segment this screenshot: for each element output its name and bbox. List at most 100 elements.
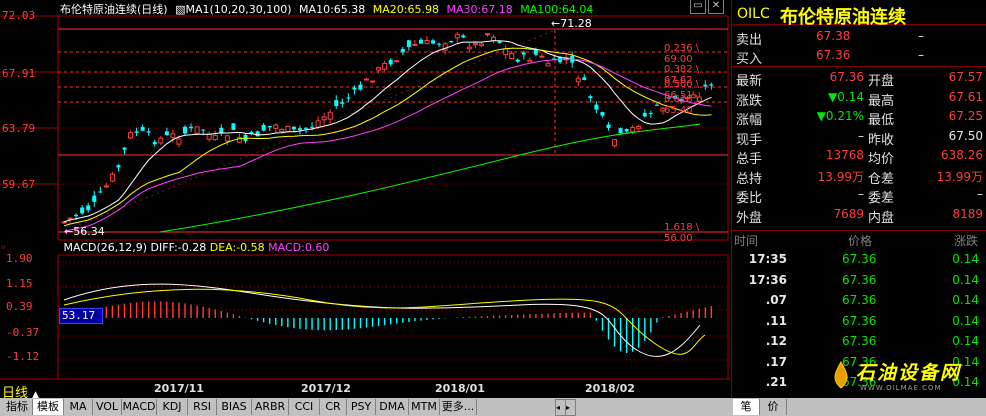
tab-more[interactable]: 更多...	[440, 399, 477, 415]
low-price-label: ←56.34	[64, 225, 105, 238]
quote-row: 委比 – 委差 –	[732, 185, 986, 206]
candle-body	[80, 207, 85, 214]
tab-vol[interactable]: VOL	[93, 399, 122, 415]
tab-cr[interactable]: CR	[320, 399, 347, 415]
diff-line	[63, 283, 701, 357]
tab-cci[interactable]: CCI	[289, 399, 320, 415]
tab-bias[interactable]: BIAS	[217, 399, 252, 415]
macd-legend-item: MACD(26,12,9)	[63, 241, 151, 254]
tick-change: 0.14	[952, 334, 979, 348]
chart-title: 布伦特原油连续(日线)	[60, 3, 168, 16]
candle-body	[503, 48, 509, 56]
kline-chart-area[interactable]: 布伦特原油连续(日线) ▧MA1(10,20,30,100) MA10:65.3…	[0, 0, 730, 401]
tick-change: 0.14	[952, 252, 979, 266]
candle-body	[327, 111, 333, 120]
quote-label: 总手	[736, 152, 763, 167]
tab-arbr[interactable]: ARBR	[252, 399, 289, 415]
tab-template[interactable]: 模板	[33, 399, 64, 415]
candle-body	[437, 43, 442, 45]
tab-ma[interactable]: MA	[64, 399, 93, 415]
candle-body	[273, 124, 279, 129]
candle-body	[164, 131, 169, 136]
ma-legend-item: MA30:67.18	[443, 3, 513, 16]
candle-body	[128, 132, 134, 139]
close-icon[interactable]: ✕	[708, 0, 724, 14]
quote-label: 委比	[736, 191, 763, 206]
candle-body	[485, 33, 490, 36]
quote-value: ▼0.14	[828, 89, 864, 104]
ma-legend-row: 布伦特原油连续(日线) ▧MA1(10,20,30,100) MA10:65.3…	[60, 1, 593, 16]
tab-price[interactable]: 价	[760, 399, 787, 415]
quote-value: 13.99万	[936, 169, 983, 184]
macd-legend-item: MACD:0.60	[268, 241, 330, 254]
candle-body	[109, 173, 115, 182]
price-axis-label: 59.67	[2, 178, 36, 191]
symbol-name: 布伦特原油连续	[780, 7, 906, 28]
tab-scroll-buttons[interactable]: ◂ ▸	[555, 399, 576, 416]
macd-axis-label: -1.12	[6, 350, 40, 363]
quote-value: 13.99万	[817, 169, 864, 184]
quote-row: 涨幅 ▼0.21% 最低 67.25	[732, 107, 986, 128]
candle-body	[279, 129, 285, 133]
tab-indicator[interactable]: 指标	[2, 399, 33, 415]
macd-legend-item: DEA:-0.58	[209, 241, 269, 254]
quote-value: 7689	[833, 206, 864, 221]
candle-body	[86, 205, 91, 211]
candle-body	[158, 137, 164, 144]
quote-label: 外盘	[736, 210, 763, 226]
candle-body	[116, 165, 121, 168]
tab-dma[interactable]: DMA	[376, 399, 409, 415]
candle-body	[346, 97, 351, 99]
candle-body	[212, 134, 218, 141]
candle-body	[194, 126, 200, 134]
tab-rsi[interactable]: RSI	[188, 399, 217, 415]
candle-body	[231, 123, 236, 130]
candle-body	[370, 80, 376, 83]
candle-body	[340, 102, 345, 104]
ma-legend-item: MA20:65.98	[369, 3, 439, 16]
candle-body	[575, 77, 581, 83]
ma-legend-item: MA10:65.38	[295, 3, 366, 16]
candle-body	[152, 141, 157, 145]
date-label: 2017/11	[154, 382, 204, 395]
candle-body	[74, 214, 79, 217]
candle-body	[412, 44, 418, 47]
quote-label: 总持	[736, 171, 763, 187]
candle-body	[146, 131, 151, 133]
candle-body	[594, 104, 599, 110]
ma10-line	[63, 40, 712, 223]
candlesticks[interactable]	[61, 31, 714, 224]
quote-row: 涨跌 ▼0.14 最高 67.61	[732, 88, 986, 109]
tick-row: 17:36 67.36 0.14	[732, 271, 986, 292]
candle-body	[545, 63, 551, 67]
quote-label: 内盘	[868, 210, 895, 226]
candle-body	[297, 128, 302, 130]
tick-time: 17:35	[748, 252, 787, 266]
candle-body	[478, 43, 484, 47]
quote-row: 最新 67.36 开盘 67.57	[732, 68, 986, 89]
candle-body	[388, 59, 393, 65]
sell-row: 卖出 67.38 –	[736, 29, 924, 48]
tab-kdj[interactable]: KDJ	[157, 399, 188, 415]
date-label: 2018/02	[585, 382, 635, 395]
candle-body	[521, 52, 526, 55]
candle-body	[67, 217, 73, 220]
tab-macd[interactable]: MACD	[122, 399, 157, 415]
tab-psy[interactable]: PSY	[347, 399, 376, 415]
fib-label: 0.618 \ 65.40	[664, 94, 700, 116]
tick-change: 0.14	[952, 293, 979, 307]
date-label: 2018/01	[435, 382, 485, 395]
macd-indicator[interactable]	[63, 283, 713, 357]
kline-chart[interactable]	[0, 0, 730, 398]
candle-body	[201, 129, 206, 131]
candle-body	[654, 104, 659, 106]
restore-icon[interactable]: ▭	[690, 0, 706, 14]
tab-mtm[interactable]: MTM	[409, 399, 440, 415]
date-label: 2017/12	[301, 382, 351, 395]
quote-value: –	[858, 128, 864, 143]
symbol-code: OILC	[737, 6, 770, 22]
candle-body	[454, 34, 460, 39]
tab-trades[interactable]: 笔	[733, 399, 760, 415]
chevron-right-icon[interactable]: ▸	[565, 399, 576, 416]
fib-label: 0.236 \ 69.00	[664, 43, 700, 65]
